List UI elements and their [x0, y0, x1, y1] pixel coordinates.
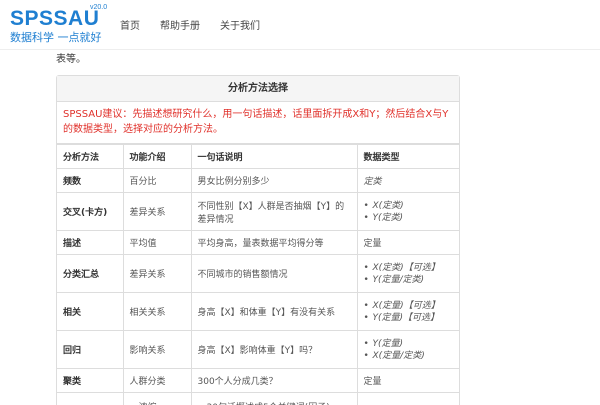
method-name: 频数 [57, 168, 124, 193]
main-nav: 首页 帮助手册 关于我们 [120, 17, 260, 32]
method-function: 相关关系 [123, 292, 192, 331]
col-header-method: 分析方法 [57, 144, 124, 169]
method-data-type: 定量 [357, 368, 459, 393]
method-data-type [357, 392, 459, 405]
method-table: 分析方法 功能介绍 一句话说明 数据类型 频数 百分比 男女比例分别多少 定类 交叉(卡… [57, 144, 459, 405]
nav-home[interactable]: 首页 [120, 17, 140, 32]
table-row: 交叉(卡方)差异关系不同性别【X】人群是否抽烟【Y】的差异情况X(定类)Y(定类… [57, 192, 459, 231]
method-description: 身高【X】和体重【Y】有没有关系 [191, 292, 358, 331]
data-type-item: X(定类)【可选】 [364, 262, 454, 274]
table-row: 相关相关关系身高【X】和体重【Y】有没有关系X(定量)【可选】Y(定量)【可选】 [57, 292, 459, 331]
method-function: 百分比 [123, 168, 192, 193]
col-header-function: 功能介绍 [123, 144, 192, 169]
method-description: 不同性别【X】人群是否抽烟【Y】的差异情况 [191, 192, 358, 231]
method-data-type: X(定类)【可选】Y(定量/定类) [357, 254, 459, 293]
data-type-item: X(定类) [364, 200, 454, 212]
logo-version: v20.0 [90, 4, 108, 11]
table-row: 描述 平均值 平均身高，量表数据平均得分等 定量 [57, 230, 459, 255]
spssau-logo[interactable]: SPSSAU v20.0 数据科学 一点就好 [10, 4, 107, 46]
table-row: 回归影响关系身高【X】影响体重【Y】吗？Y(定量)X(定量/定类) [57, 330, 459, 369]
method-data-type: X(定类)Y(定类) [357, 192, 459, 231]
method-data-type: 定量 [357, 230, 459, 255]
top-header: SPSSAU v20.0 数据科学 一点就好 首页 帮助手册 关于我们 [0, 0, 600, 50]
method-data-type: 定类 [357, 168, 459, 193]
logo-text: SPSSAU [10, 7, 100, 30]
method-description: 300个人分成几类？ [191, 368, 358, 393]
table-row: 分类汇总差异关系不同城市的销售额情况X(定类)【可选】Y(定量/定类) [57, 254, 459, 293]
method-description: 不同城市的销售额情况 [191, 254, 358, 293]
method-function: 差异关系 [123, 254, 192, 293]
data-type-item: X(定量/定类) [364, 350, 454, 362]
method-function: 差异关系 [123, 192, 192, 231]
method-description: 平均身高，量表数据平均得分等 [191, 230, 358, 255]
panel-title: 分析方法选择 [57, 76, 459, 102]
method-name: 描述 [57, 230, 124, 255]
method-description: 男女比例分别多少 [191, 168, 358, 193]
method-function: 平均值 [123, 230, 192, 255]
method-data-type: X(定量)【可选】Y(定量)【可选】 [357, 292, 459, 331]
table-header-row: 分析方法 功能介绍 一句话说明 数据类型 [57, 144, 459, 169]
method-name [57, 392, 124, 405]
method-description: 身高【X】影响体重【Y】吗？ [191, 330, 358, 369]
data-type-item: Y(定量/定类) [364, 274, 454, 286]
table-row: 浓缩30句话概述成5个关键词(因子) [57, 392, 459, 405]
previous-paragraph-text: 表等。 [56, 54, 86, 65]
method-name: 聚类 [57, 368, 124, 393]
method-name: 分类汇总 [57, 254, 124, 293]
table-row: 频数 百分比 男女比例分别多少 定类 [57, 168, 459, 193]
method-function: 影响关系 [123, 330, 192, 369]
logo-tagline: 数据科学 一点就好 [10, 31, 102, 44]
method-name: 交叉(卡方) [57, 192, 124, 231]
method-name: 相关 [57, 292, 124, 331]
data-type-item: Y(定类) [364, 212, 454, 224]
nav-about-us[interactable]: 关于我们 [220, 17, 260, 32]
data-type-item: X(定量)【可选】 [364, 300, 454, 312]
method-function: 人群分类 [123, 368, 192, 393]
col-header-description: 一句话说明 [191, 144, 358, 169]
data-type-item: Y(定量)【可选】 [364, 312, 454, 324]
method-function: 浓缩 [123, 392, 192, 405]
col-header-data-type: 数据类型 [357, 144, 459, 169]
data-type-item: Y(定量) [364, 338, 454, 350]
table-row: 聚类 人群分类 300个人分成几类？ 定量 [57, 368, 459, 393]
method-description: 30句话概述成5个关键词(因子) [191, 392, 358, 405]
method-data-type: Y(定量)X(定量/定类) [357, 330, 459, 369]
nav-help-manual[interactable]: 帮助手册 [160, 17, 200, 32]
advice-text: SPSSAU建议：先描述想研究什么，用一句话描述，话里面拆开成X和Y；然后结合X… [57, 102, 459, 144]
analysis-method-panel: 分析方法选择 SPSSAU建议：先描述想研究什么，用一句话描述，话里面拆开成X和… [56, 75, 460, 405]
method-name: 回归 [57, 330, 124, 369]
